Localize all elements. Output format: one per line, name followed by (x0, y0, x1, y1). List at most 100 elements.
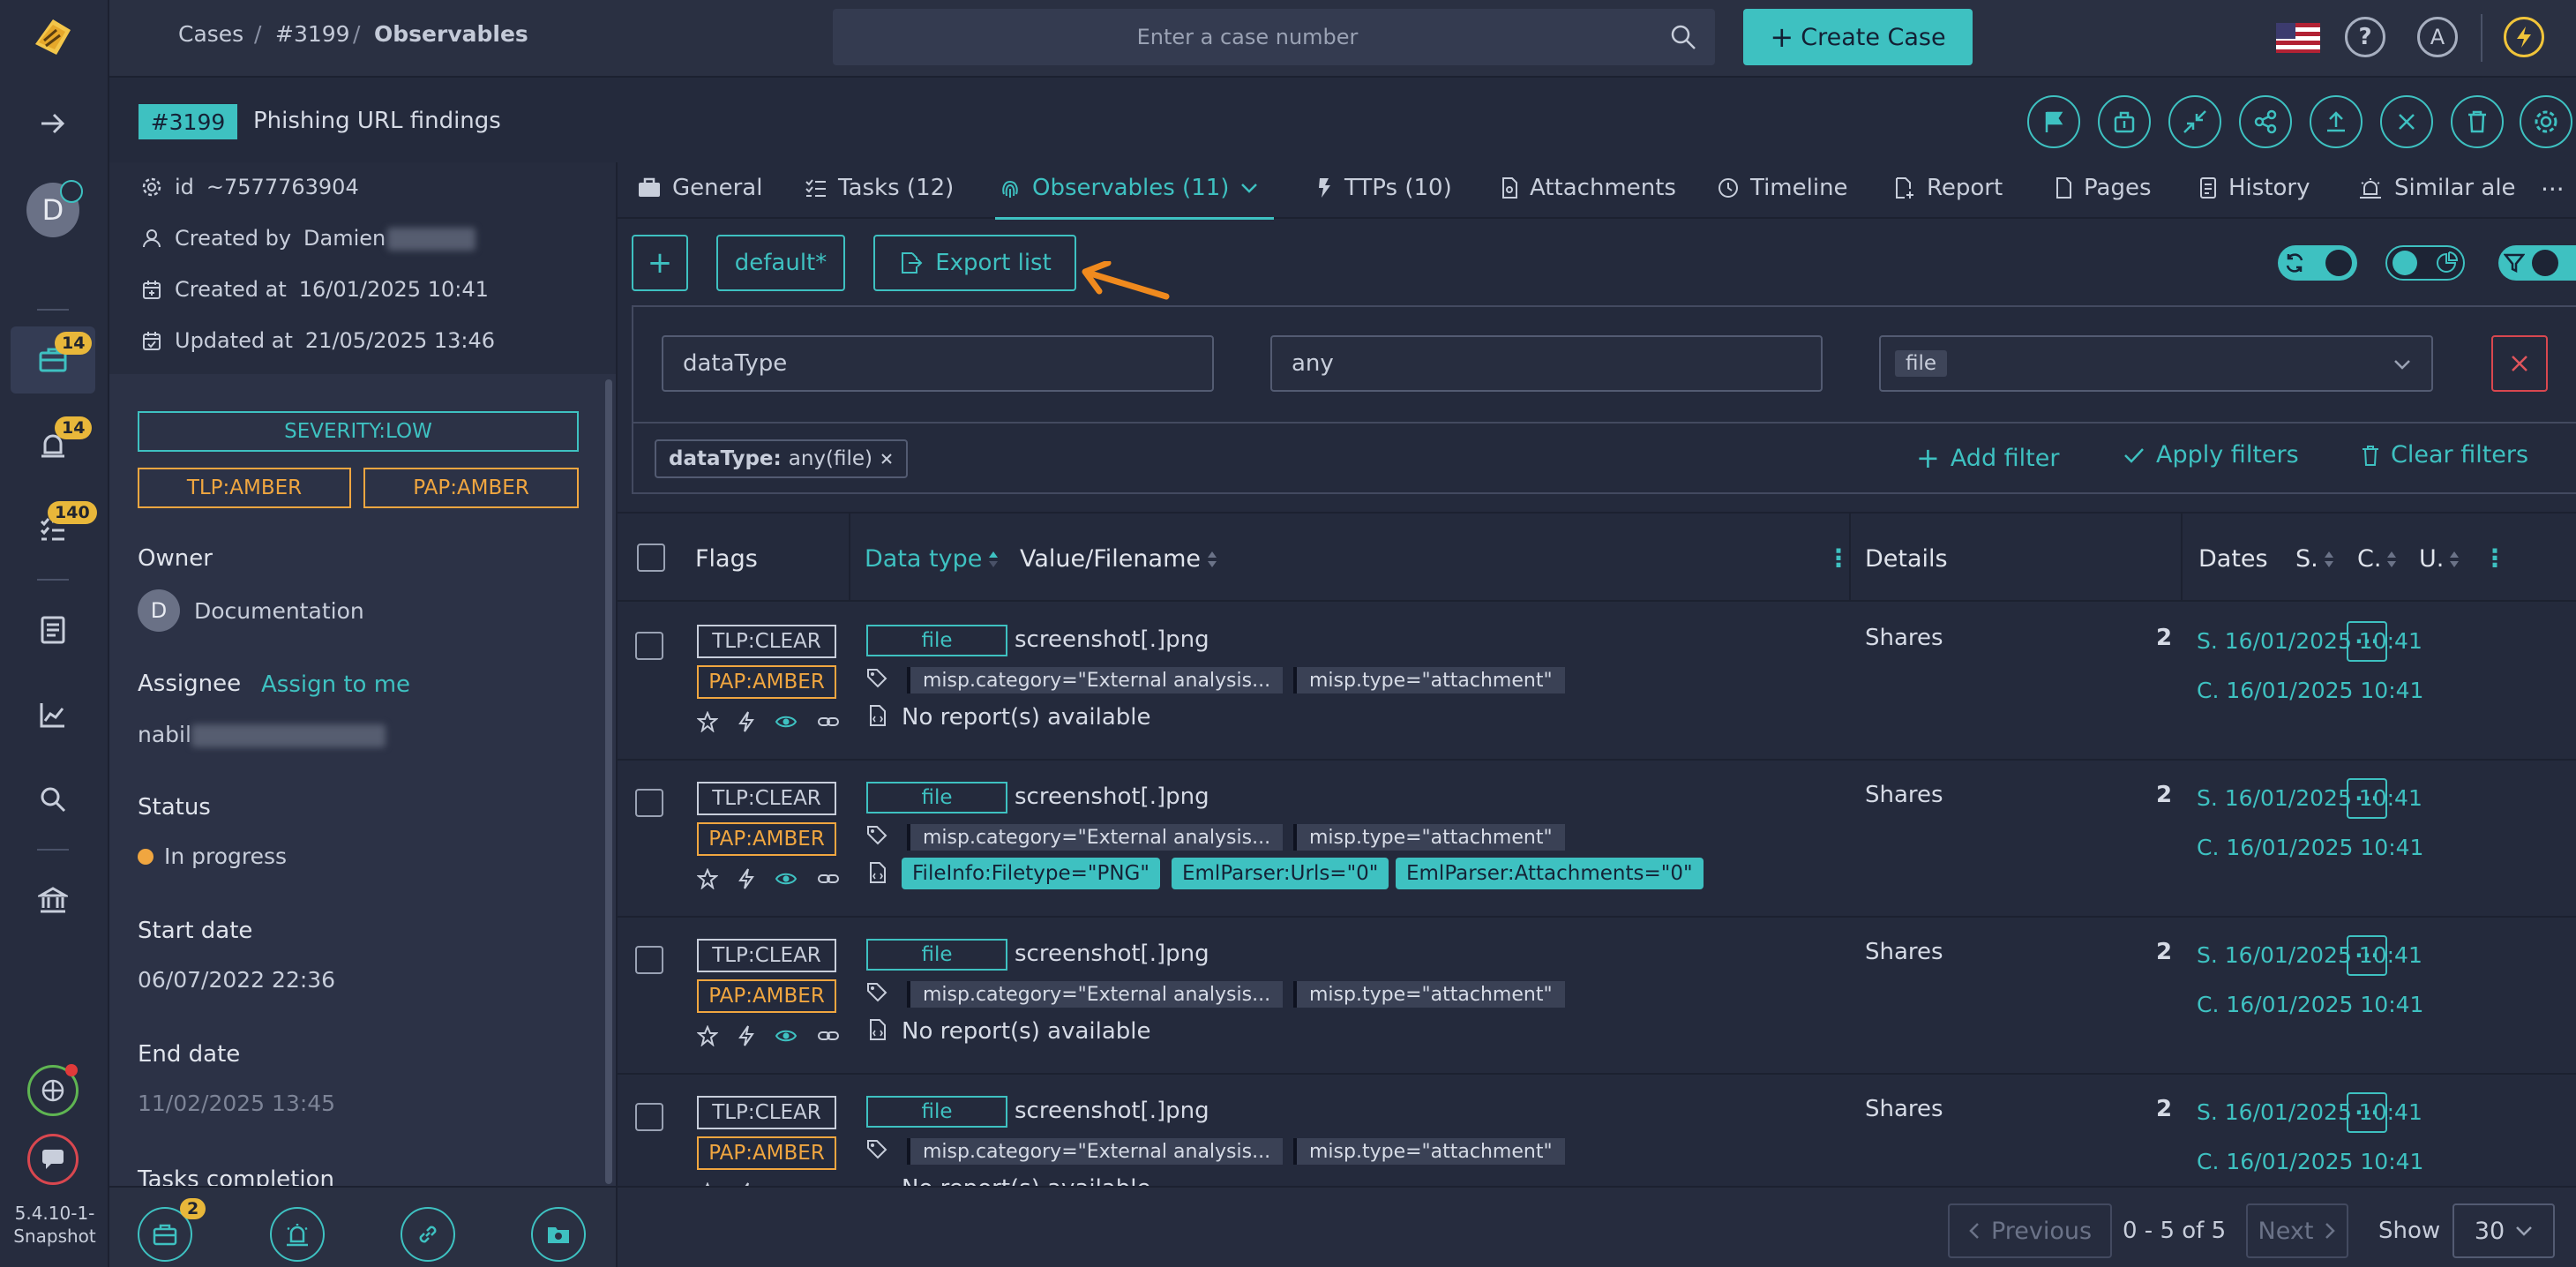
cortex-status-icon[interactable] (26, 1064, 79, 1117)
row-actions-button[interactable]: ··· (2347, 1092, 2387, 1133)
observable-value[interactable]: screenshot[.]png (1015, 783, 1209, 810)
analyzer-report-tag[interactable]: EmlParser:Urls="0" (1172, 858, 1389, 889)
col-created-date[interactable]: C. (2357, 545, 2397, 573)
row-actions-button[interactable]: ··· (2347, 621, 2387, 662)
tab-observables[interactable]: Observables (11) (999, 175, 1259, 201)
table-row[interactable]: TLP:CLEAR PAP:AMBER file screenshot[.]pn… (618, 604, 2576, 761)
quick-actions-bolt-icon[interactable] (2504, 17, 2544, 57)
row-actions-button[interactable]: ··· (2347, 778, 2387, 819)
row-checkbox[interactable] (635, 632, 663, 660)
select-all-checkbox[interactable] (637, 544, 665, 572)
add-observable-button[interactable]: + (632, 235, 688, 291)
footer-alert-icon[interactable] (270, 1207, 325, 1262)
nav-organisation-icon[interactable] (26, 873, 79, 926)
case-search-input[interactable]: Enter a case number (833, 9, 1715, 65)
ioc-bolt-icon[interactable] (738, 868, 755, 889)
star-icon[interactable] (697, 868, 718, 889)
column-menu-icon[interactable]: ⋮ (2482, 544, 2507, 573)
thehive-logo-icon[interactable] (26, 11, 79, 64)
flag-case-button[interactable] (2027, 95, 2080, 148)
table-row[interactable]: TLP:CLEAR PAP:AMBER file screenshot[.]pn… (618, 918, 2576, 1075)
nav-statistics-icon[interactable] (26, 688, 79, 741)
tab-attachments[interactable]: Attachments (1500, 175, 1676, 201)
observable-value[interactable]: screenshot[.]png (1015, 626, 1209, 653)
close-case-button[interactable] (2380, 95, 2433, 148)
data-type-badge[interactable]: file (866, 625, 1007, 656)
tab-pages[interactable]: Pages (2054, 175, 2152, 201)
create-case-button[interactable]: + Create Case (1743, 9, 1973, 65)
column-menu-icon[interactable]: ⋮ (1826, 544, 1851, 573)
nav-dashboards-icon[interactable] (26, 604, 79, 656)
delete-case-button[interactable] (2451, 95, 2504, 148)
col-value[interactable]: Value/Filename (1020, 545, 1218, 573)
case-settings-button[interactable] (2520, 95, 2572, 148)
expand-arrow-icon[interactable] (26, 97, 79, 150)
row-checkbox[interactable] (635, 946, 663, 974)
footer-settings-folder-icon[interactable] (531, 1207, 586, 1262)
row-checkbox[interactable] (635, 789, 663, 817)
auto-refresh-toggle[interactable] (2278, 245, 2357, 281)
assign-to-me-link[interactable]: Assign to me (261, 671, 410, 698)
star-icon[interactable] (697, 711, 718, 732)
tab-ttps[interactable]: TTPs (10) (1316, 175, 1452, 201)
user-menu-avatar[interactable]: A (2417, 17, 2458, 57)
table-row[interactable]: TLP:CLEAR PAP:AMBER file screenshot[.]pn… (618, 761, 2576, 918)
apply-filters-link[interactable]: Apply filters (2123, 441, 2299, 469)
col-updated-date[interactable]: U. (2419, 545, 2460, 573)
breadcrumb-cases[interactable]: Cases (178, 21, 243, 47)
col-data-type[interactable]: Data type (865, 545, 1000, 573)
previous-page-button[interactable]: Previous (1948, 1203, 2112, 1258)
chip-close-icon[interactable] (880, 452, 894, 466)
tab-report[interactable]: Report (1893, 175, 2003, 201)
observable-value[interactable]: screenshot[.]png (1015, 941, 1209, 967)
star-icon[interactable] (697, 1025, 718, 1046)
sighted-eye-icon[interactable] (775, 711, 798, 732)
link-icon[interactable] (817, 711, 840, 732)
data-type-badge[interactable]: file (866, 782, 1007, 813)
more-tabs-icon[interactable]: ··· (2541, 175, 2565, 204)
stats-toggle[interactable] (2385, 245, 2465, 281)
link-icon[interactable] (817, 868, 840, 889)
filter-field-input[interactable]: dataType (662, 335, 1214, 392)
share-button[interactable] (2239, 95, 2292, 148)
collapse-button[interactable] (2168, 95, 2221, 148)
row-checkbox[interactable] (635, 1103, 663, 1131)
export-list-button[interactable]: Export list (873, 235, 1076, 291)
tab-tasks[interactable]: Tasks (12) (805, 175, 954, 201)
observable-value[interactable]: screenshot[.]png (1015, 1098, 1209, 1124)
footer-link-icon[interactable] (401, 1207, 455, 1262)
breadcrumb-case-number[interactable]: #3199 (275, 21, 350, 47)
data-type-badge[interactable]: file (866, 939, 1007, 971)
filters-toggle[interactable] (2498, 245, 2576, 281)
ioc-bolt-icon[interactable] (738, 1025, 755, 1046)
filter-preset-button[interactable]: default* (716, 235, 845, 291)
tab-general[interactable]: General (637, 175, 762, 201)
analyzer-report-tag[interactable]: FileInfo:Filetype="PNG" (902, 858, 1160, 889)
row-actions-button[interactable]: ··· (2347, 935, 2387, 976)
ioc-bolt-icon[interactable] (738, 711, 755, 732)
clear-filters-link[interactable]: Clear filters (2361, 441, 2528, 469)
remove-filter-button[interactable] (2491, 335, 2548, 392)
active-filter-chip[interactable]: dataType: any(file) (655, 439, 908, 478)
link-icon[interactable] (817, 1025, 840, 1046)
filter-operator-input[interactable]: any (1270, 335, 1823, 392)
filter-value-select[interactable]: file (1879, 335, 2433, 392)
sighted-eye-icon[interactable] (775, 1025, 798, 1046)
chat-icon[interactable] (26, 1133, 79, 1186)
table-row[interactable]: TLP:CLEAR PAP:AMBER file screenshot[.]pn… (618, 1075, 2576, 1186)
us-flag-icon[interactable] (2276, 23, 2320, 53)
sighted-eye-icon[interactable] (775, 868, 798, 889)
page-size-select[interactable]: 30 (2452, 1203, 2555, 1258)
help-icon[interactable]: ? (2345, 17, 2385, 57)
next-page-button[interactable]: Next (2246, 1203, 2348, 1258)
details-scrollbar[interactable] (605, 379, 612, 1184)
analyzer-report-tag[interactable]: EmlParser:Attachments="0" (1396, 858, 1704, 889)
data-type-badge[interactable]: file (866, 1096, 1007, 1128)
merge-case-button[interactable] (2098, 95, 2151, 148)
user-avatar[interactable]: D (26, 180, 83, 237)
tab-timeline[interactable]: Timeline (1717, 175, 1848, 201)
tab-similar-alerts[interactable]: Similar ale (2357, 175, 2516, 201)
export-case-button[interactable] (2310, 95, 2363, 148)
add-filter-link[interactable]: + Add filter (1916, 441, 2059, 475)
col-start-date[interactable]: S. (2295, 545, 2334, 573)
